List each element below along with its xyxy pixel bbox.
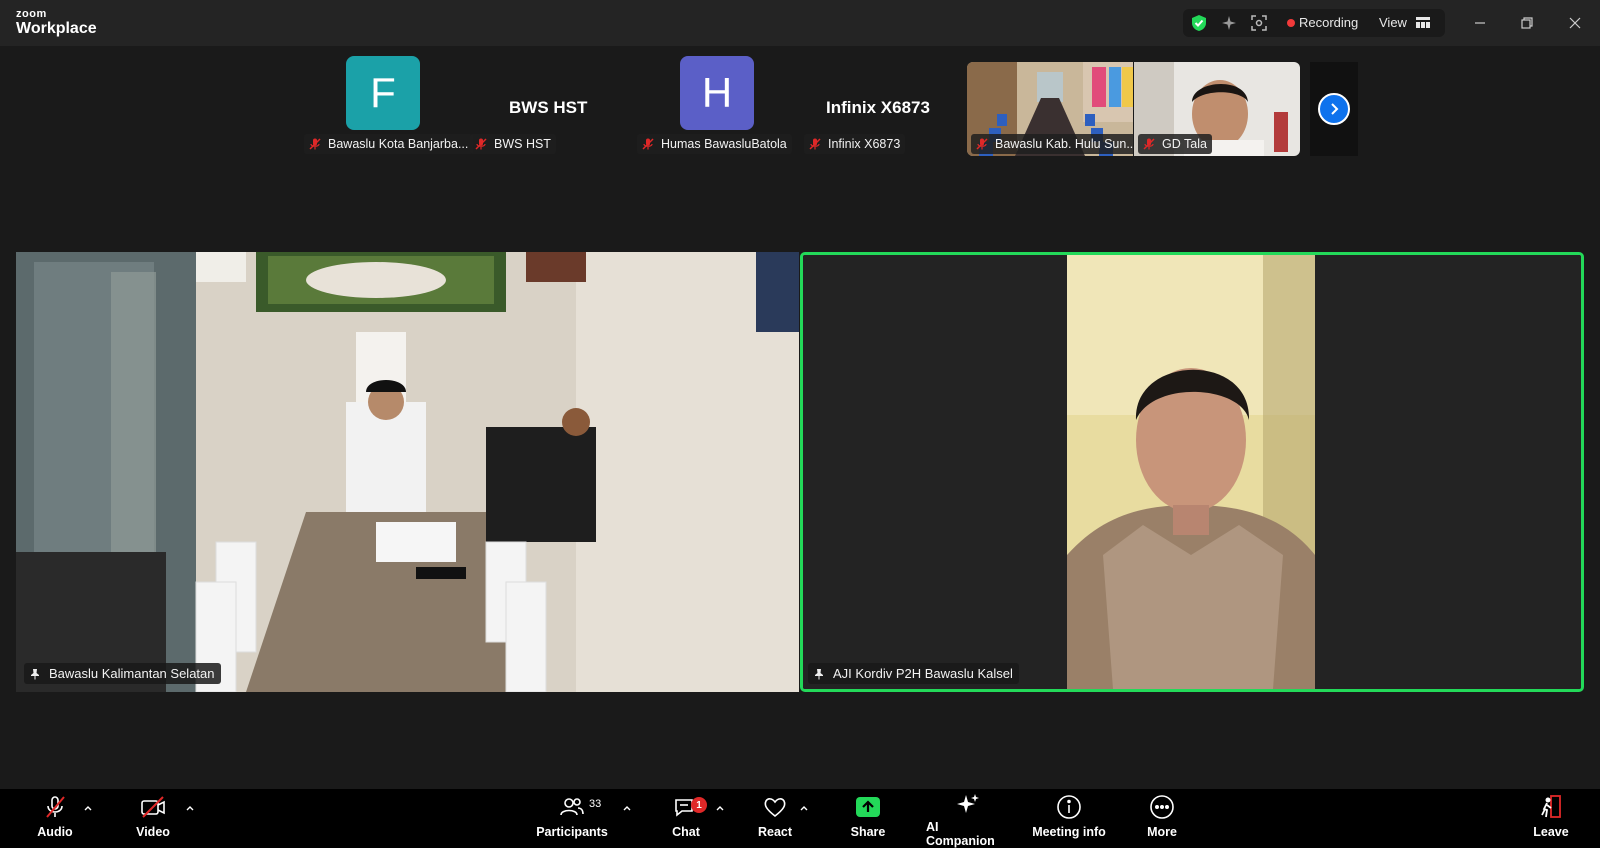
participant-name-tag: Bawaslu Kab. Hulu Sun... [971, 134, 1133, 154]
participant-name: Bawaslu Kab. Hulu Sun... [995, 137, 1133, 151]
audio-options-chevron-up-icon[interactable] [81, 801, 95, 815]
react-options-chevron-up-icon[interactable] [797, 801, 811, 815]
mic-muted-icon [473, 136, 489, 152]
chat-options-chevron-up-icon[interactable] [713, 801, 727, 815]
chat-icon: 1 [673, 789, 707, 825]
participants-icon [559, 789, 585, 825]
meeting-stage: F Bawaslu Kota Banjarba... BWS HST BWS H… [0, 46, 1600, 789]
more-label: More [1147, 825, 1177, 839]
participant-display-name: Infinix X6873 [826, 98, 930, 117]
participant-display-name: BWS HST [509, 98, 588, 117]
participant-name: Bawaslu Kota Banjarba... [328, 137, 469, 151]
main-video-tile[interactable]: Bawaslu Kalimantan Selatan [16, 252, 799, 692]
security-shield-icon[interactable] [1189, 13, 1209, 33]
participant-name: AJI Kordiv P2H Bawaslu Kalsel [833, 666, 1013, 681]
meeting-info-button[interactable]: Meeting info [1032, 789, 1106, 848]
participant-name: Humas BawasluBatola [661, 137, 787, 151]
avatar: H [680, 56, 754, 130]
ai-sparkle-icon [954, 789, 982, 820]
share-label: Share [850, 825, 886, 839]
leave-door-icon [1537, 789, 1565, 825]
info-icon [1056, 789, 1082, 825]
chat-button[interactable]: 1 Chat [668, 789, 707, 848]
chat-unread-badge: 1 [691, 797, 707, 813]
participant-name-tag: BWS HST [470, 134, 556, 154]
share-screen-icon [854, 789, 882, 825]
active-speaker-video-tile[interactable]: AJI Kordiv P2H Bawaslu Kalsel [800, 252, 1584, 692]
ai-companion-button[interactable]: AI Companion [926, 789, 1010, 848]
participant-name: Infinix X6873 [828, 137, 901, 151]
logo-workplace: Workplace [16, 20, 97, 37]
video-label: Video [136, 825, 170, 839]
more-button[interactable]: More [1144, 789, 1180, 848]
mic-muted-icon [42, 789, 68, 825]
participant-name-tag: Bawaslu Kalimantan Selatan [24, 663, 221, 684]
share-button[interactable]: Share [848, 789, 888, 848]
video-thumbnail[interactable]: GD Tala [1134, 62, 1300, 156]
logo-zoom: zoom [16, 8, 47, 20]
app-logo: zoom Workplace [16, 9, 97, 37]
chat-label: Chat [672, 825, 700, 839]
restore-button[interactable] [1515, 11, 1539, 35]
recording-dot-icon [1287, 19, 1295, 27]
ai-sparkle-icon[interactable] [1219, 13, 1239, 33]
speaker-video-feed [803, 255, 1581, 689]
ai-companion-label: AI Companion [926, 820, 995, 848]
title-bar: zoom Workplace Recording View [0, 0, 1600, 46]
participant-name-tag: Humas BawasluBatola [637, 134, 792, 154]
close-button[interactable] [1563, 11, 1587, 35]
avatar: F [346, 56, 420, 130]
pin-icon [812, 667, 826, 681]
view-button[interactable]: View [1379, 15, 1407, 30]
mic-muted-icon [307, 136, 323, 152]
video-off-icon [139, 789, 167, 825]
participants-label: Participants [536, 825, 608, 839]
meeting-info-label: Meeting info [1032, 825, 1106, 839]
minimize-button[interactable] [1468, 11, 1492, 35]
participant-name-tag: AJI Kordiv P2H Bawaslu Kalsel [808, 663, 1019, 684]
participant-name: GD Tala [1162, 137, 1207, 151]
more-dots-icon [1149, 789, 1175, 825]
video-button[interactable]: Video [130, 789, 176, 848]
participant-name-tag: Bawaslu Kota Banjarba... [304, 134, 474, 154]
mic-muted-icon [1141, 136, 1157, 152]
meeting-status-pill: Recording View [1183, 9, 1445, 37]
video-thumbnail[interactable]: Bawaslu Kab. Hulu Sun... [967, 62, 1133, 156]
next-page-button[interactable] [1310, 62, 1358, 156]
participant-name-tag: GD Tala [1138, 134, 1212, 154]
heart-icon [762, 789, 788, 825]
grid-view-icon[interactable] [1415, 15, 1431, 36]
participants-count: 33 [589, 798, 602, 810]
pin-icon [28, 667, 42, 681]
mic-muted-icon [974, 136, 990, 152]
participants-options-chevron-up-icon[interactable] [620, 801, 634, 815]
audio-label: Audio [37, 825, 73, 839]
mic-muted-icon [640, 136, 656, 152]
chevron-right-icon [1318, 93, 1350, 125]
react-label: React [757, 825, 793, 839]
leave-label: Leave [1533, 825, 1569, 839]
focus-mode-icon[interactable] [1249, 13, 1269, 33]
recording-label[interactable]: Recording [1299, 15, 1358, 30]
video-options-chevron-up-icon[interactable] [183, 801, 197, 815]
react-button[interactable]: React [756, 789, 794, 848]
audio-button[interactable]: Audio [32, 789, 78, 848]
participant-name: BWS HST [494, 137, 551, 151]
participant-name-tag: Infinix X6873 [804, 134, 906, 154]
mic-muted-icon [807, 136, 823, 152]
participant-name: Bawaslu Kalimantan Selatan [49, 666, 215, 681]
meeting-toolbar: Audio Video Participants 33 1 Chat React… [0, 789, 1600, 848]
leave-button[interactable]: Leave [1532, 789, 1570, 848]
office-video-feed [16, 252, 799, 692]
